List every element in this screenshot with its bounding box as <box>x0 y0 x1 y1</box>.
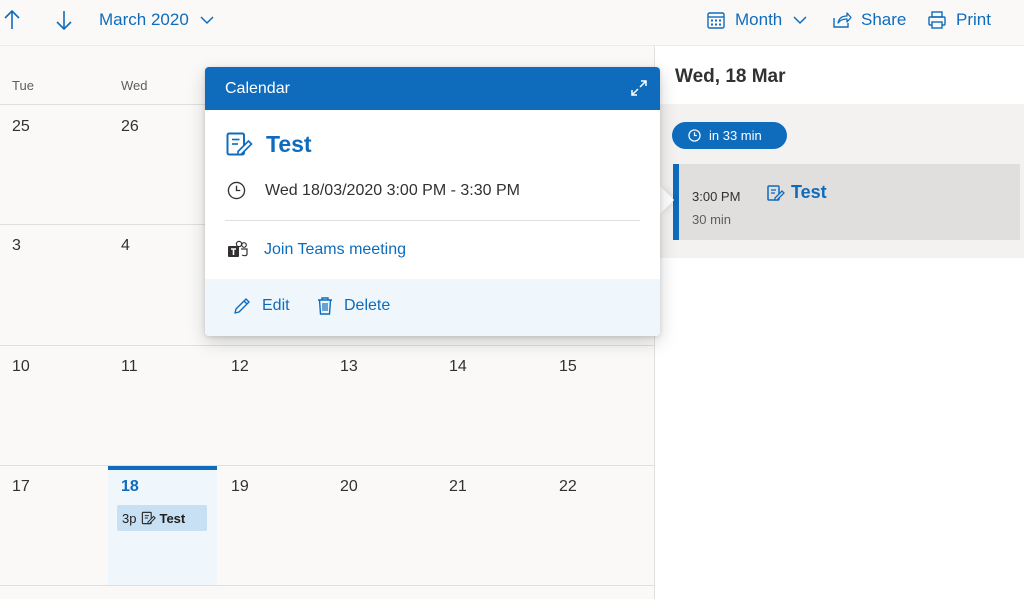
date-cell[interactable]: 10 <box>12 358 30 376</box>
agenda-event-title: Test <box>791 182 827 202</box>
clock-icon <box>688 129 701 142</box>
date-cell[interactable]: 25 <box>12 118 30 136</box>
popup-footer: Edit Delete <box>205 279 660 336</box>
expand-button[interactable] <box>630 79 648 97</box>
date-cell[interactable]: 26 <box>121 118 139 136</box>
date-cell[interactable]: 20 <box>340 478 358 496</box>
week-divider <box>0 465 655 466</box>
expand-icon <box>631 80 647 96</box>
agenda-event[interactable]: 3:00 PM 30 min Test <box>673 164 1020 240</box>
share-label: Share <box>861 10 907 29</box>
agenda-header: Wed, 18 Mar <box>655 46 1024 104</box>
view-label: Month <box>735 10 783 29</box>
popup-divider <box>225 220 640 221</box>
today-indicator <box>108 466 217 470</box>
chevron-down-icon <box>200 16 214 25</box>
event-title: Test <box>266 130 312 157</box>
date-cell[interactable]: 14 <box>449 358 467 376</box>
pencil-icon <box>234 298 250 314</box>
delete-button[interactable]: Delete <box>316 296 390 316</box>
popup-title-row: Test <box>223 129 312 159</box>
printer-icon <box>928 11 946 29</box>
edit-button[interactable]: Edit <box>232 296 290 316</box>
share-icon <box>833 12 852 28</box>
date-cell[interactable]: 4 <box>121 237 130 255</box>
join-teams-label: Join Teams meeting <box>264 241 406 258</box>
date-cell[interactable]: 21 <box>449 478 467 496</box>
agenda-event-duration: 30 min <box>692 212 732 227</box>
trash-icon <box>318 297 332 315</box>
date-cell[interactable]: 17 <box>12 478 30 496</box>
delete-label: Delete <box>344 297 391 314</box>
join-teams-link[interactable]: Join Teams meeting <box>227 240 406 260</box>
arrow-up-icon <box>4 9 20 29</box>
arrow-down-icon <box>56 11 72 31</box>
chevron-down-icon <box>793 16 807 25</box>
note-edit-icon <box>226 132 253 156</box>
toolbar: March 2020 Month Share Print <box>0 0 1024 46</box>
edit-label: Edit <box>262 297 290 314</box>
note-edit-icon <box>142 511 157 525</box>
event-popup: Calendar Test Wed 18/03/2020 3:00 PM - 3… <box>205 67 660 336</box>
share-button[interactable]: Share <box>832 0 906 40</box>
popup-calendar-name: Calendar <box>225 80 290 97</box>
day-header-tue: Tue <box>12 78 34 93</box>
event-time-row: Wed 18/03/2020 3:00 PM - 3:30 PM <box>227 181 520 200</box>
date-cell[interactable]: 19 <box>231 478 249 496</box>
week-divider <box>0 585 655 586</box>
date-cell[interactable]: 15 <box>559 358 577 376</box>
date-cell[interactable]: 22 <box>559 478 577 496</box>
agenda-date-title: Wed, 18 Mar <box>675 66 786 87</box>
agenda-event-title-row: Test <box>765 182 827 203</box>
print-label: Print <box>956 10 991 29</box>
agenda-pane: Wed, 18 Mar in 33 min 3:00 PM 30 min Tes… <box>655 46 1024 599</box>
view-switcher[interactable]: Month <box>706 0 807 40</box>
countdown-text: in 33 min <box>709 128 762 143</box>
teams-icon <box>228 240 248 257</box>
event-datetime: Wed 18/03/2020 3:00 PM - 3:30 PM <box>265 181 520 199</box>
event-chip-title: Test <box>159 510 186 526</box>
popup-header: Calendar <box>205 67 660 110</box>
print-button[interactable]: Print <box>927 0 991 40</box>
event-chip-time: 3p <box>122 510 137 526</box>
day-header-wed: Wed <box>121 78 148 93</box>
date-cell[interactable]: 12 <box>231 358 249 376</box>
date-cell[interactable]: 3 <box>12 237 21 255</box>
date-cell[interactable]: 11 <box>121 358 138 376</box>
month-picker[interactable]: March 2020 <box>99 0 214 40</box>
previous-button[interactable] <box>2 0 22 40</box>
month-year-label: March 2020 <box>99 10 189 29</box>
agenda-event-time: 3:00 PM <box>692 189 741 204</box>
clock-icon <box>227 181 246 200</box>
note-edit-icon <box>767 184 785 201</box>
week-divider <box>0 345 655 346</box>
countdown-badge: in 33 min <box>672 122 787 149</box>
calendar-icon <box>707 12 725 29</box>
next-button[interactable] <box>54 0 74 40</box>
today-date[interactable]: 18 <box>121 478 139 496</box>
event-chip[interactable]: 3p Test <box>117 505 207 531</box>
date-cell[interactable]: 13 <box>340 358 358 376</box>
